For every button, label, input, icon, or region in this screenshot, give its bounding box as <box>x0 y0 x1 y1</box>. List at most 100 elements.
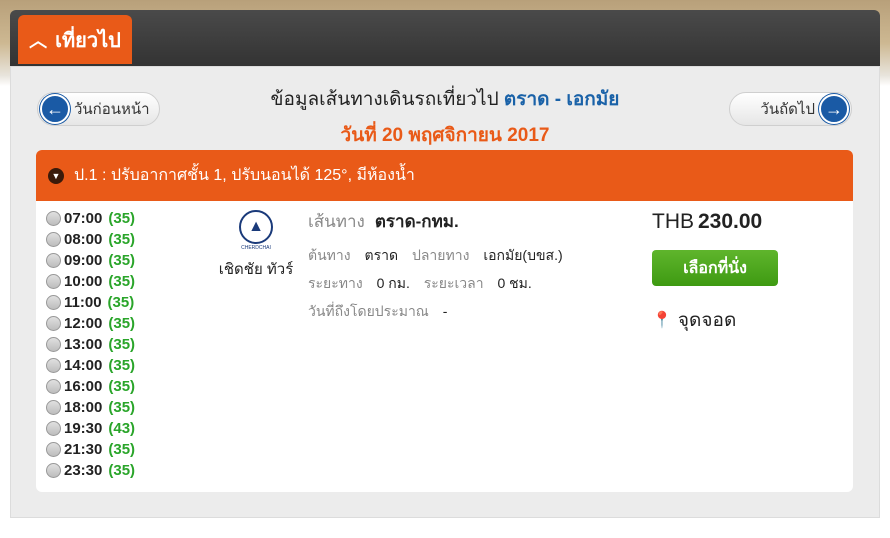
departure-time-option[interactable]: 16:00 (35) <box>46 376 135 397</box>
stops-link[interactable]: 📍 จุดจอด <box>652 305 736 335</box>
departure-time: 09:00 <box>64 252 103 269</box>
seats-available: (35) <box>108 315 136 332</box>
seats-available: (35) <box>108 378 136 395</box>
top-bar <box>10 10 880 66</box>
heading-route: ตราด - เอกมัย <box>503 89 620 110</box>
heading-title: ข้อมูลเส้นทางเดินรถเที่ยวไป ตราด - เอกมั… <box>200 84 690 114</box>
departure-time: 14:00 <box>64 357 103 374</box>
radio-button[interactable] <box>46 232 61 247</box>
departure-time-option[interactable]: 14:00 (35) <box>46 355 135 376</box>
seats-available: (35) <box>108 252 136 269</box>
radio-button[interactable] <box>46 337 61 352</box>
duration-label: ระยะเวลา <box>423 275 484 291</box>
seats-available: (35) <box>108 462 136 479</box>
collapse-icon: ▼ <box>48 167 64 184</box>
radio-button[interactable] <box>46 211 61 226</box>
arrival-value: - <box>442 303 448 319</box>
departure-time: 07:00 <box>64 210 103 227</box>
radio-button[interactable] <box>46 316 61 331</box>
tab-outbound[interactable]: ︿ เที่ยวไป <box>18 15 132 64</box>
price-amount: 230.00 <box>698 210 763 233</box>
heading-prefix: ข้อมูลเส้นทางเดินรถเที่ยวไป <box>270 89 499 110</box>
tab-label: เที่ยวไป <box>55 29 121 52</box>
page-heading: ข้อมูลเส้นทางเดินรถเที่ยวไป ตราด - เอกมั… <box>200 84 690 150</box>
radio-button[interactable] <box>46 379 61 394</box>
radio-button[interactable] <box>46 442 61 457</box>
departure-time: 12:00 <box>64 315 103 332</box>
trip-info: เส้นทาง ตราด-กทม. ต้นทาง ตราด ปลายทาง เอก… <box>308 208 563 323</box>
seats-available: (35) <box>108 210 136 227</box>
distance-value: 0 กม. <box>376 275 410 291</box>
departure-time-option[interactable]: 09:00 (35) <box>46 250 135 271</box>
departure-time-option[interactable]: 10:00 (35) <box>46 271 135 292</box>
dest-value: เอกมัย(บขส.) <box>483 247 563 263</box>
departure-time-option[interactable]: 18:00 (35) <box>46 397 135 418</box>
departure-time: 08:00 <box>64 231 103 248</box>
seats-available: (35) <box>108 399 136 416</box>
route-value: ตราด-กทม. <box>374 212 459 231</box>
radio-button[interactable] <box>46 253 61 268</box>
arrow-right-icon: → <box>819 94 849 124</box>
route-label: เส้นทาง <box>308 212 365 231</box>
bus-card: ▼ ป.1 : ปรับอากาศชั้น 1, ปรับนอนได้ 125°… <box>36 150 853 492</box>
distance-label: ระยะทาง <box>308 275 363 291</box>
distance-duration-row: ระยะทาง 0 กม. ระยะเวลา 0 ชม. <box>308 273 563 295</box>
departure-time-option[interactable]: 12:00 (35) <box>46 313 135 334</box>
departure-times-list: 07:00 (35) 08:00 (35) 09:00 (35) 10:00 (35) 11:0… <box>46 208 135 481</box>
radio-button[interactable] <box>46 463 61 478</box>
departure-time-option[interactable]: 19:30 (43) <box>46 418 135 439</box>
seats-available: (35) <box>108 357 136 374</box>
operator-name: เชิดชัย ทัวร์ <box>218 261 294 278</box>
prev-day-label: วันก่อนหน้า <box>74 101 150 118</box>
seats-available: (35) <box>108 231 136 248</box>
price-currency: THB <box>652 210 694 233</box>
arrival-label: วันที่ถึงโดยประมาณ <box>308 303 429 319</box>
map-pin-icon: 📍 <box>652 312 672 329</box>
chevron-up-icon: ︿ <box>29 30 48 51</box>
dest-label: ปลายทาง <box>411 247 470 263</box>
origin-dest-row: ต้นทาง ตราด ปลายทาง เอกมัย(บขส.) <box>308 245 563 267</box>
arrival-row: วันที่ถึงโดยประมาณ - <box>308 301 563 323</box>
seats-available: (35) <box>107 294 135 311</box>
arrow-left-icon: ← <box>40 94 70 124</box>
seats-available: (35) <box>108 336 136 353</box>
departure-time-option[interactable]: 23:30 (35) <box>46 460 135 481</box>
departure-time: 11:00 <box>64 294 102 311</box>
departure-time: 13:00 <box>64 336 103 353</box>
route-row: เส้นทาง ตราด-กทม. <box>308 208 563 235</box>
departure-time-option[interactable]: 07:00 (35) <box>46 208 135 229</box>
departure-time: 10:00 <box>64 273 103 290</box>
stops-label: จุดจอด <box>677 310 737 331</box>
departure-time: 21:30 <box>64 441 103 458</box>
departure-time: 16:00 <box>64 378 103 395</box>
heading-date: วันที่ 20 พฤศจิกายน 2017 <box>340 125 550 146</box>
operator-logo-text: CHERDCHAI <box>241 245 271 251</box>
operator-logo: ▲ <box>239 210 273 244</box>
radio-button[interactable] <box>46 421 61 436</box>
origin-value: ตราด <box>364 247 399 263</box>
select-seat-button[interactable]: เลือกที่นั่ง <box>652 250 778 286</box>
bus-card-header[interactable]: ▼ ป.1 : ปรับอากาศชั้น 1, ปรับนอนได้ 125°… <box>36 150 853 201</box>
bus-class-label: ป.1 : ปรับอากาศชั้น 1, ปรับนอนได้ 125°, … <box>74 167 415 184</box>
departure-time: 23:30 <box>64 462 103 479</box>
origin-label: ต้นทาง <box>308 247 351 263</box>
prev-day-button[interactable]: ← วันก่อนหน้า <box>37 92 160 126</box>
next-day-button[interactable]: วันถัดไป → <box>729 92 852 126</box>
departure-time-option[interactable]: 21:30 (35) <box>46 439 135 460</box>
seats-available: (35) <box>108 273 136 290</box>
departure-time: 19:30 <box>64 420 103 437</box>
departure-time-option[interactable]: 13:00 (35) <box>46 334 135 355</box>
next-day-label: วันถัดไป <box>760 101 815 118</box>
departure-time-option[interactable]: 11:00 (35) <box>46 292 135 313</box>
radio-button[interactable] <box>46 358 61 373</box>
seats-available: (35) <box>108 441 136 458</box>
departure-time: 18:00 <box>64 399 103 416</box>
duration-value: 0 ชม. <box>497 275 532 291</box>
radio-button[interactable] <box>46 400 61 415</box>
departure-time-option[interactable]: 08:00 (35) <box>46 229 135 250</box>
seats-available: (43) <box>108 420 136 437</box>
radio-button[interactable] <box>46 274 61 289</box>
operator: ▲ CHERDCHAI เชิดชัย ทัวร์ <box>206 210 306 281</box>
price: THB 230.00 <box>652 210 762 234</box>
radio-button[interactable] <box>46 295 61 310</box>
